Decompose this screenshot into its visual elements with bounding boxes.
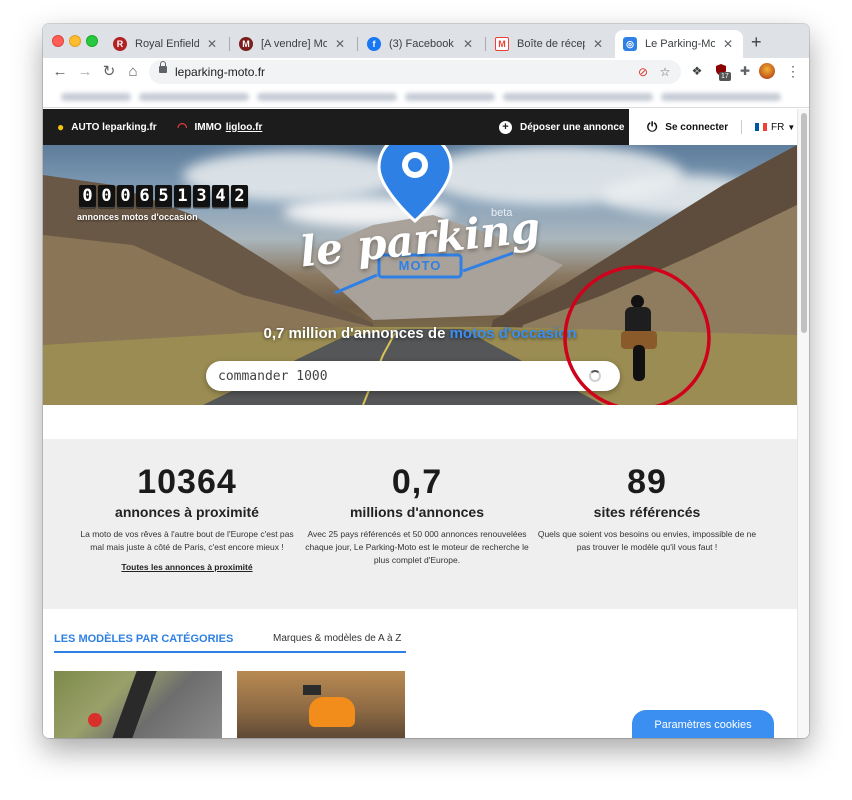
leparking-icon: ◎: [623, 37, 637, 51]
post-ad-button[interactable]: + Déposer une annonce: [499, 109, 624, 145]
language-selector[interactable]: FR ▼: [755, 109, 795, 145]
page-content: ● AUTO leparking.fr ◠ IMMO ligloo.fr + D…: [43, 109, 797, 738]
category-image-1[interactable]: [54, 671, 222, 738]
forward-icon[interactable]: →: [76, 63, 94, 81]
tab-leparking-moto[interactable]: ◎ Le Parking-Moto ✕: [615, 30, 743, 58]
tab-facebook[interactable]: f (3) Facebook ✕: [359, 30, 483, 58]
beta-label: beta: [491, 207, 513, 219]
back-icon[interactable]: ←: [51, 63, 69, 81]
browser-menu-icon[interactable]: ⋮: [785, 63, 801, 79]
stats-section: 10364 annonces à proximité La moto de vo…: [43, 439, 797, 609]
close-window-button[interactable]: [52, 35, 64, 47]
power-icon: ⏻: [647, 119, 658, 134]
annotation-circle: [563, 265, 711, 405]
france-flag-icon: [755, 123, 767, 131]
tab-strip: R Royal Enfield le Shop ✕ M [A vendre] M…: [43, 24, 809, 58]
new-tab-button[interactable]: +: [751, 33, 762, 51]
site-top-bar: ● AUTO leparking.fr ◠ IMMO ligloo.fr + D…: [43, 109, 797, 145]
tab-royal-enfield[interactable]: R Royal Enfield le Shop ✕: [105, 30, 227, 58]
tab-moto-guzzi[interactable]: M [A vendre] Moto Guzzi ✕: [231, 30, 355, 58]
gmail-icon: M: [495, 37, 509, 51]
lock-icon: [159, 61, 167, 73]
close-tab-icon[interactable]: ✕: [205, 37, 219, 51]
browser-toolbar: ← → ↻ ⌂ leparking-moto.fr ⊘ ☆ ❖ 17 ✚ ⋮: [43, 58, 809, 86]
immo-link[interactable]: ◠ IMMO ligloo.fr: [177, 109, 262, 145]
cookie-settings-button[interactable]: Paramètres cookies: [632, 710, 774, 738]
tab-separator: [485, 37, 486, 51]
tab-gmail[interactable]: M Boîte de réception ✕: [487, 30, 613, 58]
bookmarks-bar: [43, 86, 809, 108]
scrollbar-thumb[interactable]: [801, 113, 807, 333]
close-tab-icon[interactable]: ✕: [333, 37, 347, 51]
minimize-window-button[interactable]: [69, 35, 81, 47]
royal-enfield-icon: R: [113, 37, 127, 51]
auto-link[interactable]: ● AUTO leparking.fr: [57, 109, 157, 145]
category-image-2[interactable]: [237, 671, 405, 738]
map-pin-icon: ●: [57, 120, 65, 134]
search-bar: [206, 361, 620, 391]
blurred-bookmark: [405, 93, 495, 101]
plus-circle-icon: +: [499, 120, 512, 134]
hero-banner: 0 0 0 6 5 1 3 4 2 annonces motos d'occas…: [43, 145, 797, 405]
blurred-bookmark: [257, 93, 397, 101]
login-panel: ⏻ Se connecter FR ▼: [629, 109, 797, 145]
close-tab-icon[interactable]: ✕: [721, 37, 735, 51]
page-scrollbar[interactable]: [797, 109, 809, 738]
stat-millions: 0,7 millions d'annonces Avec 25 pays réf…: [305, 463, 529, 565]
login-button[interactable]: ⏻ Se connecter: [647, 109, 728, 145]
address-bar[interactable]: leparking-moto.fr ⊘ ☆: [149, 60, 681, 84]
tab-brands-az[interactable]: Marques & modèles de A à Z: [273, 633, 401, 644]
categories-header: LES MODÈLES PAR CATÉGORIES Marques & mod…: [54, 629, 406, 653]
blurred-bookmark: [503, 93, 653, 101]
tab-separator: [357, 37, 358, 51]
reload-icon[interactable]: ↻: [100, 63, 118, 81]
browser-window: R Royal Enfield le Shop ✕ M [A vendre] M…: [43, 24, 809, 738]
close-tab-icon[interactable]: ✕: [591, 37, 605, 51]
extensions-puzzle-icon[interactable]: ✚: [737, 63, 753, 79]
ligloo-icon: ◠: [177, 120, 188, 134]
dropbox-icon[interactable]: ❖: [689, 63, 705, 79]
chevron-down-icon: ▼: [787, 122, 796, 132]
divider: [741, 120, 742, 134]
tab-separator: [229, 37, 230, 51]
extension-badge: 17: [719, 72, 731, 81]
blocked-popup-icon[interactable]: ⊘: [635, 64, 651, 80]
home-icon[interactable]: ⌂: [124, 63, 142, 81]
blurred-bookmark: [61, 93, 131, 101]
maximize-window-button[interactable]: [86, 35, 98, 47]
motorcycle-icon: M: [239, 37, 253, 51]
url-text: leparking-moto.fr: [175, 65, 266, 79]
logo-sub: MOTO: [398, 258, 442, 273]
profile-avatar[interactable]: [759, 63, 775, 79]
nearby-ads-link[interactable]: Toutes les annonces à proximité: [67, 562, 307, 572]
facebook-icon: f: [367, 37, 381, 51]
bookmark-star-icon[interactable]: ☆: [657, 64, 673, 80]
stat-sites: 89 sites référencés Quels que soient vos…: [537, 463, 757, 552]
stat-nearby: 10364 annonces à proximité La moto de vo…: [67, 439, 307, 572]
blurred-bookmark: [139, 93, 249, 101]
tab-categories[interactable]: LES MODÈLES PAR CATÉGORIES: [54, 633, 233, 645]
blurred-bookmark: [661, 93, 781, 101]
search-input[interactable]: [218, 367, 568, 385]
close-tab-icon[interactable]: ✕: [461, 37, 475, 51]
